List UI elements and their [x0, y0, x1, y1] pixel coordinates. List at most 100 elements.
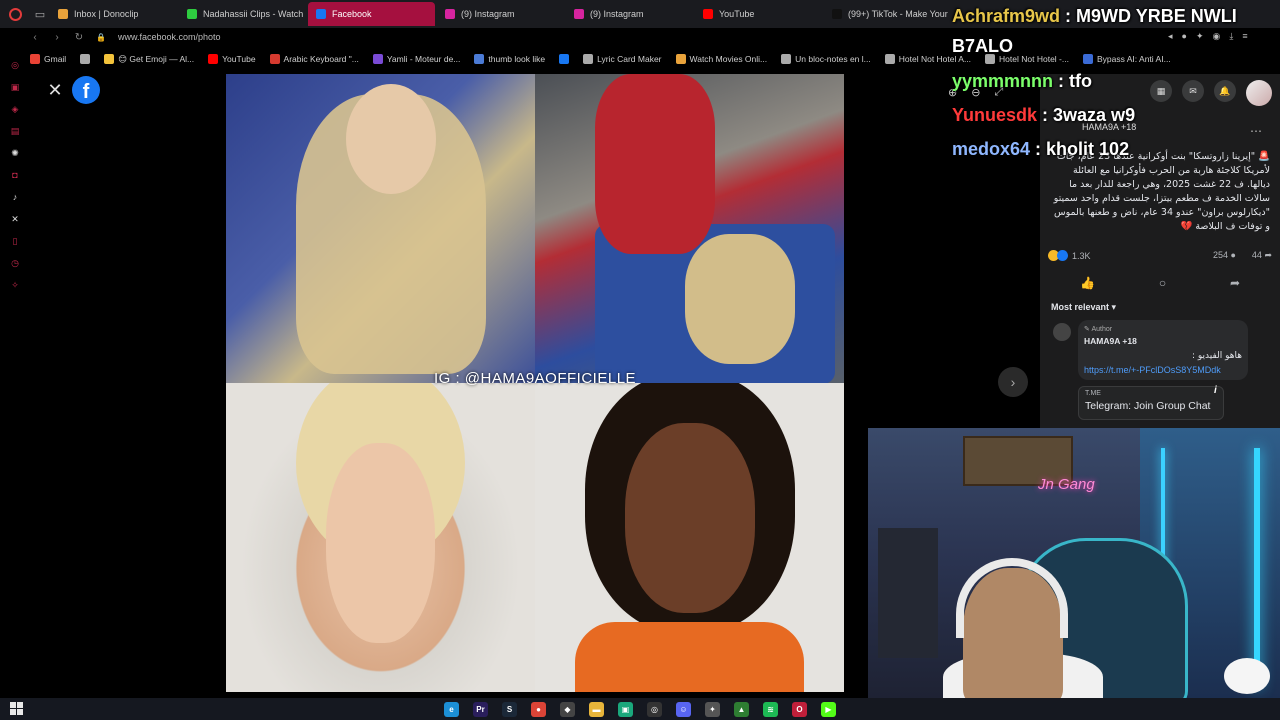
taskbar-chrome-icon[interactable]: ● [531, 701, 546, 717]
browser-tab[interactable]: Inbox | Donoclip [50, 2, 177, 26]
account-avatar[interactable] [1246, 80, 1272, 106]
bookmark-item[interactable]: Bypass AI: Anti AI... [1082, 54, 1171, 64]
author-badge: ✎ Author [1084, 326, 1113, 333]
close-viewer-icon[interactable]: ✕ [46, 80, 64, 100]
comment-author-name[interactable]: HAMA9A +18 [1084, 336, 1242, 346]
bookmark-item[interactable]: Yamli - Moteur de... [372, 54, 461, 64]
photo-figure-man [595, 74, 715, 254]
bookmark-label: Arabic Keyboard "... [283, 54, 359, 64]
link-preview-card[interactable]: T.ME Telegram: Join Group Chat [1078, 386, 1224, 420]
bookmark-item[interactable]: YouTube [208, 54, 256, 64]
taskbar-obs-icon[interactable]: ◎ [647, 701, 662, 717]
post-action-bar: 👍 ○ ➦ [1048, 276, 1272, 290]
windows-start-icon[interactable] [10, 702, 23, 715]
forward-icon[interactable]: › [52, 32, 62, 43]
taskbar-edge-icon[interactable]: e [444, 701, 459, 717]
taskbar-steam-icon[interactable]: S [502, 701, 517, 717]
taskbar-premiere-icon[interactable]: Pr [473, 701, 488, 717]
menu-icon[interactable]: ≡ [1242, 31, 1247, 42]
lock-icon[interactable]: 🔒 [96, 33, 106, 42]
bookmark-item[interactable]: Gmail [30, 54, 66, 64]
tiktok-sidebar-icon[interactable]: ♪ [8, 190, 22, 204]
taskbar-opera-icon[interactable]: O [792, 701, 807, 717]
tab-overview-icon[interactable]: ▭ [30, 8, 50, 21]
bookmark-label: Gmail [44, 54, 67, 64]
commenter-avatar[interactable] [1053, 323, 1071, 341]
browser-tab[interactable]: Nadahassii Clips - Watch [179, 2, 306, 26]
reactions-count-link[interactable]: 1.3K [1048, 250, 1091, 261]
menu-grid-icon[interactable]: ▦ [1150, 80, 1172, 102]
like-reaction-icon [1057, 250, 1068, 261]
taskbar-kick-icon[interactable]: ▶ [821, 701, 836, 717]
settings-icon[interactable]: ● [1182, 31, 1187, 42]
bookmark-item[interactable]: thumb look like [474, 54, 545, 64]
taskbar-app3-icon[interactable]: ✦ [705, 701, 720, 717]
more-options-icon[interactable]: ⋯ [1250, 124, 1262, 138]
taskbar-app-icon[interactable]: ◆ [560, 701, 575, 717]
chat-message: medox64 : kholit 102 [952, 138, 1129, 160]
bookmark-item[interactable] [80, 54, 91, 64]
messenger-sidebar-icon[interactable]: ◈ [8, 102, 22, 116]
bookmark-label: Yamli - Moteur de... [386, 54, 461, 64]
taskbar-folder-icon[interactable]: ▬ [589, 701, 604, 717]
taskbar-spotify-icon[interactable]: ≋ [763, 701, 778, 717]
extensions-icon[interactable]: ✦ [1196, 31, 1204, 42]
bookmark-label: Watch Movies Onli... [689, 54, 768, 64]
bookmark-item[interactable]: Arabic Keyboard "... [269, 54, 359, 64]
taskbar-discord-icon[interactable]: ☺ [676, 701, 691, 717]
taskbar-app2-icon[interactable]: ▣ [618, 701, 633, 717]
speed-dial-icon[interactable]: ▣ [8, 80, 22, 94]
bookmark-favicon-icon [884, 54, 895, 64]
instagram-sidebar-icon[interactable]: ◘ [8, 168, 22, 182]
back-icon[interactable]: ‹ [30, 32, 40, 43]
chat-text: : 3waza w9 [1037, 105, 1136, 125]
extensions-sidebar-icon[interactable]: ✧ [8, 278, 22, 292]
browser-tab[interactable]: (9) Instagram [437, 2, 564, 26]
info-icon[interactable]: i [1214, 385, 1217, 396]
shares-count[interactable]: 44 ➦ [1252, 250, 1272, 261]
reload-icon[interactable]: ↻ [74, 32, 84, 43]
profile-icon[interactable]: ◉ [1213, 31, 1221, 42]
comment-sort-dropdown[interactable]: Most relevant ▾ [1051, 302, 1116, 313]
like-button-icon[interactable]: 👍 [1080, 276, 1095, 290]
browser-tab[interactable]: YouTube [695, 2, 822, 26]
bookmark-item[interactable]: Un bloc-notes en l... [781, 54, 871, 64]
tab-title: Facebook [332, 9, 372, 19]
opera-menu-button[interactable] [0, 0, 30, 28]
bookmark-label: Un bloc-notes en l... [795, 54, 871, 64]
messenger-icon[interactable]: ✉ [1182, 80, 1204, 102]
bookmark-item[interactable]: Lyric Card Maker [583, 54, 662, 64]
photo-panel-man-portrait [535, 383, 844, 692]
taskbar-nvidia-icon[interactable]: ▲ [734, 701, 749, 717]
download-icon[interactable]: ⤓ [1229, 31, 1233, 42]
bookmark-item[interactable]: 😊 Get Emoji — Al... [104, 54, 194, 65]
share-button-icon[interactable]: ➦ [1230, 276, 1240, 290]
browser-tab[interactable]: Facebook [308, 2, 435, 26]
facebook-logo-icon[interactable]: f [72, 76, 100, 104]
browser-tab[interactable]: (99+) TikTok - Make Your [824, 2, 951, 26]
next-photo-button[interactable]: › [998, 367, 1028, 397]
bookmark-item[interactable]: Watch Movies Onli... [675, 54, 768, 64]
comments-count-value: 254 [1212, 250, 1228, 260]
history-icon[interactable]: ◷ [8, 256, 22, 270]
chatgpt-icon[interactable]: ✺ [8, 146, 22, 160]
opera-logo-icon [8, 7, 22, 21]
tab-favicon-icon [574, 9, 584, 19]
notifications-icon[interactable]: 🔔 [1214, 80, 1236, 102]
photo-watermark: IG : @HAMA9AOFFICIELLE [433, 370, 637, 387]
comment-button-icon[interactable]: ○ [1159, 276, 1166, 290]
x-sidebar-icon[interactable]: ✕ [8, 212, 22, 226]
bookmark-item[interactable] [559, 54, 570, 64]
bookmarks-sidebar-icon[interactable]: ▤ [8, 124, 22, 138]
photo-panel-train-woman [226, 74, 535, 383]
comments-count[interactable]: 254 ● [1213, 250, 1236, 261]
snapshot-icon[interactable]: ◂ [1168, 31, 1173, 42]
tab-title: (99+) TikTok - Make Your [848, 9, 948, 19]
browser-tab[interactable]: (9) Instagram [566, 2, 693, 26]
comment-link[interactable]: https://t.me/+-PFclDOsS8Y5MDdk [1084, 365, 1242, 375]
aria-icon[interactable]: ◎ [8, 58, 22, 72]
windows-taskbar: e Pr S ● ◆ ▬ ▣ ◎ ☺ ✦ ▲ ≋ O ▶ [0, 698, 1280, 720]
url-field[interactable]: www.facebook.com/photo [118, 32, 221, 42]
pinboard-icon[interactable]: ▯ [8, 234, 22, 248]
chat-username: yymmmnnn [952, 71, 1054, 91]
